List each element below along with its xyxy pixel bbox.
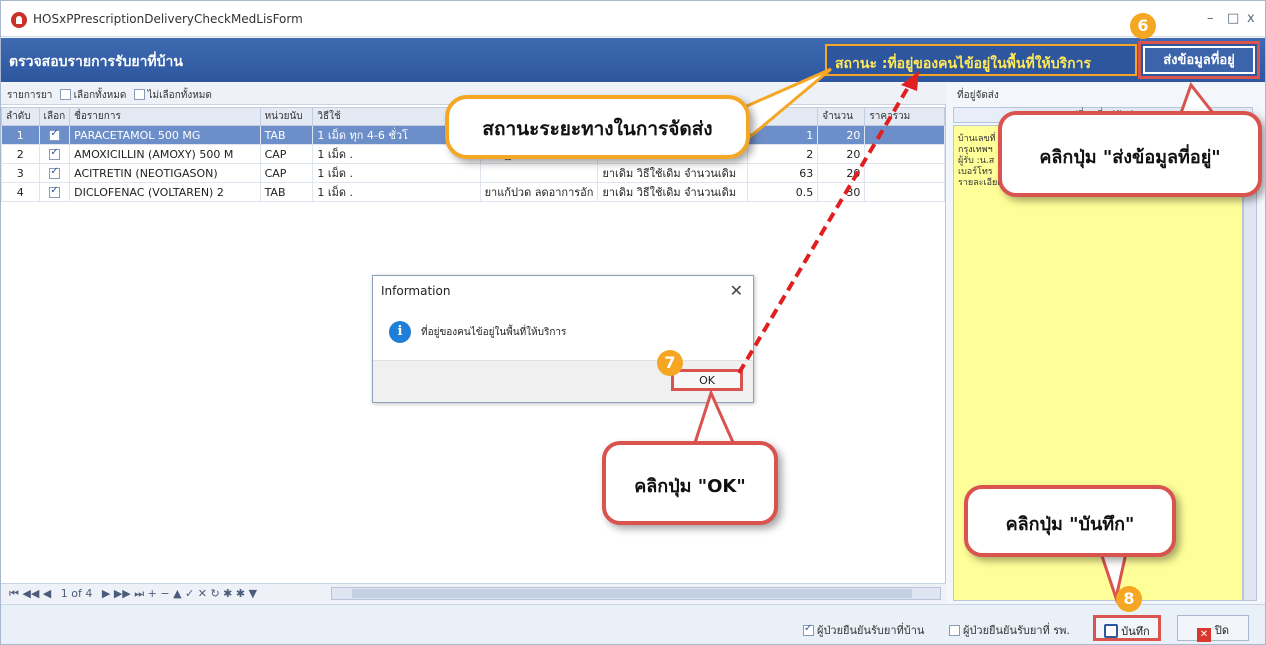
cell-total <box>864 144 945 164</box>
confirm-home-label: ผู้ป่วยยืนยันรับยาที่บ้าน <box>817 624 925 637</box>
cell-usage: 1 เม็ด . <box>312 163 481 183</box>
cell-qty: 20 <box>817 144 866 164</box>
col-price[interactable]: ราคา <box>746 107 819 126</box>
col-qty[interactable]: จำนวน <box>817 107 866 126</box>
col-name[interactable]: ชื่อรายการ <box>69 107 261 126</box>
cell-price: 1 <box>746 125 819 145</box>
col-no[interactable]: ลำดับ <box>1 107 40 126</box>
callout-click-send: คลิกปุ่ม "ส่งข้อมูลที่อยู่" <box>998 111 1262 197</box>
info-icon: i <box>389 321 411 343</box>
cell-name: AMOXICILLIN (AMOXY) 500 M <box>69 144 261 164</box>
dialog-title: Information <box>381 284 451 298</box>
cell-no: 3 <box>1 163 40 183</box>
cell-total <box>864 125 945 145</box>
cell-unit: TAB <box>259 182 314 202</box>
status-text: สถานะ :ที่อยู่ของคนไข้อยู่ในพื้นที่ให้บร… <box>825 44 1137 76</box>
confirm-hospital-option[interactable]: ผู้ป่วยยืนยันรับยาที่ รพ. <box>945 621 1070 639</box>
nav-first-prev-buttons[interactable]: ⏮ ◀◀ ◀ <box>9 587 51 600</box>
dialog-close-button[interactable]: ✕ <box>730 281 743 300</box>
cell-total <box>864 182 945 202</box>
cell-price: 63 <box>746 163 819 183</box>
app-logo-icon <box>11 12 27 28</box>
window-title: HOSxPPrescriptionDeliveryCheckMedLisForm <box>33 12 303 26</box>
dialog-button-bar: OK <box>373 360 753 402</box>
horizontal-scrollbar[interactable] <box>331 587 941 600</box>
main-window: HOSxPPrescriptionDeliveryCheckMedLisForm… <box>0 0 1266 645</box>
cell-unit: TAB <box>259 125 314 145</box>
cell-select[interactable] <box>38 163 71 183</box>
cell-usage: 1 เม็ด . <box>312 182 481 202</box>
maximize-button[interactable]: □ <box>1227 11 1239 26</box>
cell-price: 0.5 <box>746 182 819 202</box>
row-checkbox[interactable] <box>49 166 61 179</box>
deselect-all-checkbox[interactable] <box>133 89 145 100</box>
select-all-checkbox[interactable] <box>59 89 71 100</box>
confirm-hospital-label: ผู้ป่วยยืนยันรับยาที่ รพ. <box>963 624 1070 637</box>
close-x-icon: ✕ <box>1196 628 1211 642</box>
confirm-hospital-checkbox[interactable] <box>949 625 960 636</box>
col-select[interactable]: เลือก <box>38 107 71 126</box>
ok-button[interactable]: OK <box>671 369 743 391</box>
close-label: ปิด <box>1214 624 1230 637</box>
step-badge-8: 8 <box>1116 586 1142 612</box>
cell-qty: 20 <box>817 163 866 183</box>
deselect-all-label: ไม่เลือกทั้งหมด <box>147 90 212 101</box>
cell-unit: CAP <box>259 144 314 164</box>
title-bar: HOSxPPrescriptionDeliveryCheckMedLisForm… <box>1 1 1265 37</box>
step-badge-6: 6 <box>1130 13 1156 39</box>
save-button[interactable]: บันทึก <box>1093 615 1161 641</box>
cell-name: PARACETAMOL 500 MG <box>69 125 261 145</box>
dialog-message: ที่อยู่ของคนไข้อยู่ในพื้นที่ให้บริการ <box>421 327 567 338</box>
step-badge-7: 7 <box>657 350 683 376</box>
save-label: บันทึก <box>1121 625 1150 638</box>
select-all-label: เลือกทั้งหมด <box>73 90 127 101</box>
table-row[interactable]: 4 DICLOFENAC (VOLTAREN) 2 TAB 1 เม็ด . ย… <box>1 182 945 202</box>
close-button[interactable]: ✕ ปิด <box>1177 615 1249 642</box>
cell-name: DICLOFENAC (VOLTAREN) 2 <box>69 182 261 202</box>
confirm-home-checkbox[interactable] <box>803 623 814 636</box>
cell-note2: ยาเดิม วิธีใช้เดิม จำนวนเดิม <box>597 182 748 202</box>
cell-no: 1 <box>1 125 40 145</box>
cell-qty: 30 <box>817 182 866 202</box>
col-total[interactable]: ราคารวม <box>864 107 945 126</box>
table-row[interactable]: 3 ACITRETIN (NEOTIGASON) CAP 1 เม็ด . ยา… <box>1 163 945 183</box>
cell-select[interactable] <box>38 125 71 145</box>
callout-click-save: คลิกปุ่ม "บันทึก" <box>964 485 1176 557</box>
cell-note2: ยาเดิม วิธีใช้เดิม จำนวนเดิม <box>597 163 748 183</box>
minimize-button[interactable]: – <box>1207 11 1214 26</box>
cell-qty: 20 <box>817 125 866 145</box>
page-title: ตรวจสอบรายการรับยาที่บ้าน <box>9 54 183 70</box>
callout-distance-status: สถานะระยะทางในการจัดส่ง <box>445 95 750 159</box>
cell-select[interactable] <box>38 182 71 202</box>
nav-next-edit-buttons[interactable]: ▶ ▶▶ ⏭ + − ▲ ✓ ✕ ↻ ✱ ✱ ▼ <box>102 587 257 600</box>
cell-unit: CAP <box>259 163 314 183</box>
send-address-button-frame[interactable]: ส่งข้อมูลที่อยู่ <box>1138 41 1260 79</box>
close-window-button[interactable]: x <box>1247 11 1255 26</box>
col-unit[interactable]: หน่วยนับ <box>259 107 314 126</box>
cell-total <box>864 163 945 183</box>
cell-no: 4 <box>1 182 40 202</box>
list-label: รายการยา <box>7 90 53 101</box>
floppy-disk-icon <box>1104 624 1119 638</box>
scrollbar-thumb[interactable] <box>352 589 912 598</box>
confirm-home-option[interactable]: ผู้ป่วยยืนยันรับยาที่บ้าน <box>799 621 924 639</box>
callout-click-ok: คลิกปุ่ม "OK" <box>602 441 778 525</box>
cell-name: ACITRETIN (NEOTIGASON) <box>69 163 261 183</box>
cell-select[interactable] <box>38 144 71 164</box>
grid-navigator: ⏮ ◀◀ ◀ 1 of 4 ▶ ▶▶ ⏭ + − ▲ ✓ ✕ ↻ ✱ ✱ ▼ <box>1 583 946 603</box>
cell-note1: ยาแก้ปวด ลดอาการอัก <box>479 182 599 202</box>
row-checkbox[interactable] <box>49 147 61 160</box>
page-position: 1 of 4 <box>60 587 93 600</box>
information-dialog: Information ✕ i ที่อยู่ของคนไข้อยู่ในพื้… <box>372 275 754 403</box>
footer-bar: ผู้ป่วยยืนยันรับยาที่บ้าน ผู้ป่วยยืนยันร… <box>1 604 1265 644</box>
cell-note1 <box>479 163 599 183</box>
row-checkbox[interactable] <box>49 128 61 141</box>
send-address-button[interactable]: ส่งข้อมูลที่อยู่ <box>1143 46 1255 74</box>
cell-price: 2 <box>746 144 819 164</box>
address-label: ที่อยู่จัดส่ง <box>957 90 999 101</box>
cell-no: 2 <box>1 144 40 164</box>
row-checkbox[interactable] <box>49 185 61 198</box>
